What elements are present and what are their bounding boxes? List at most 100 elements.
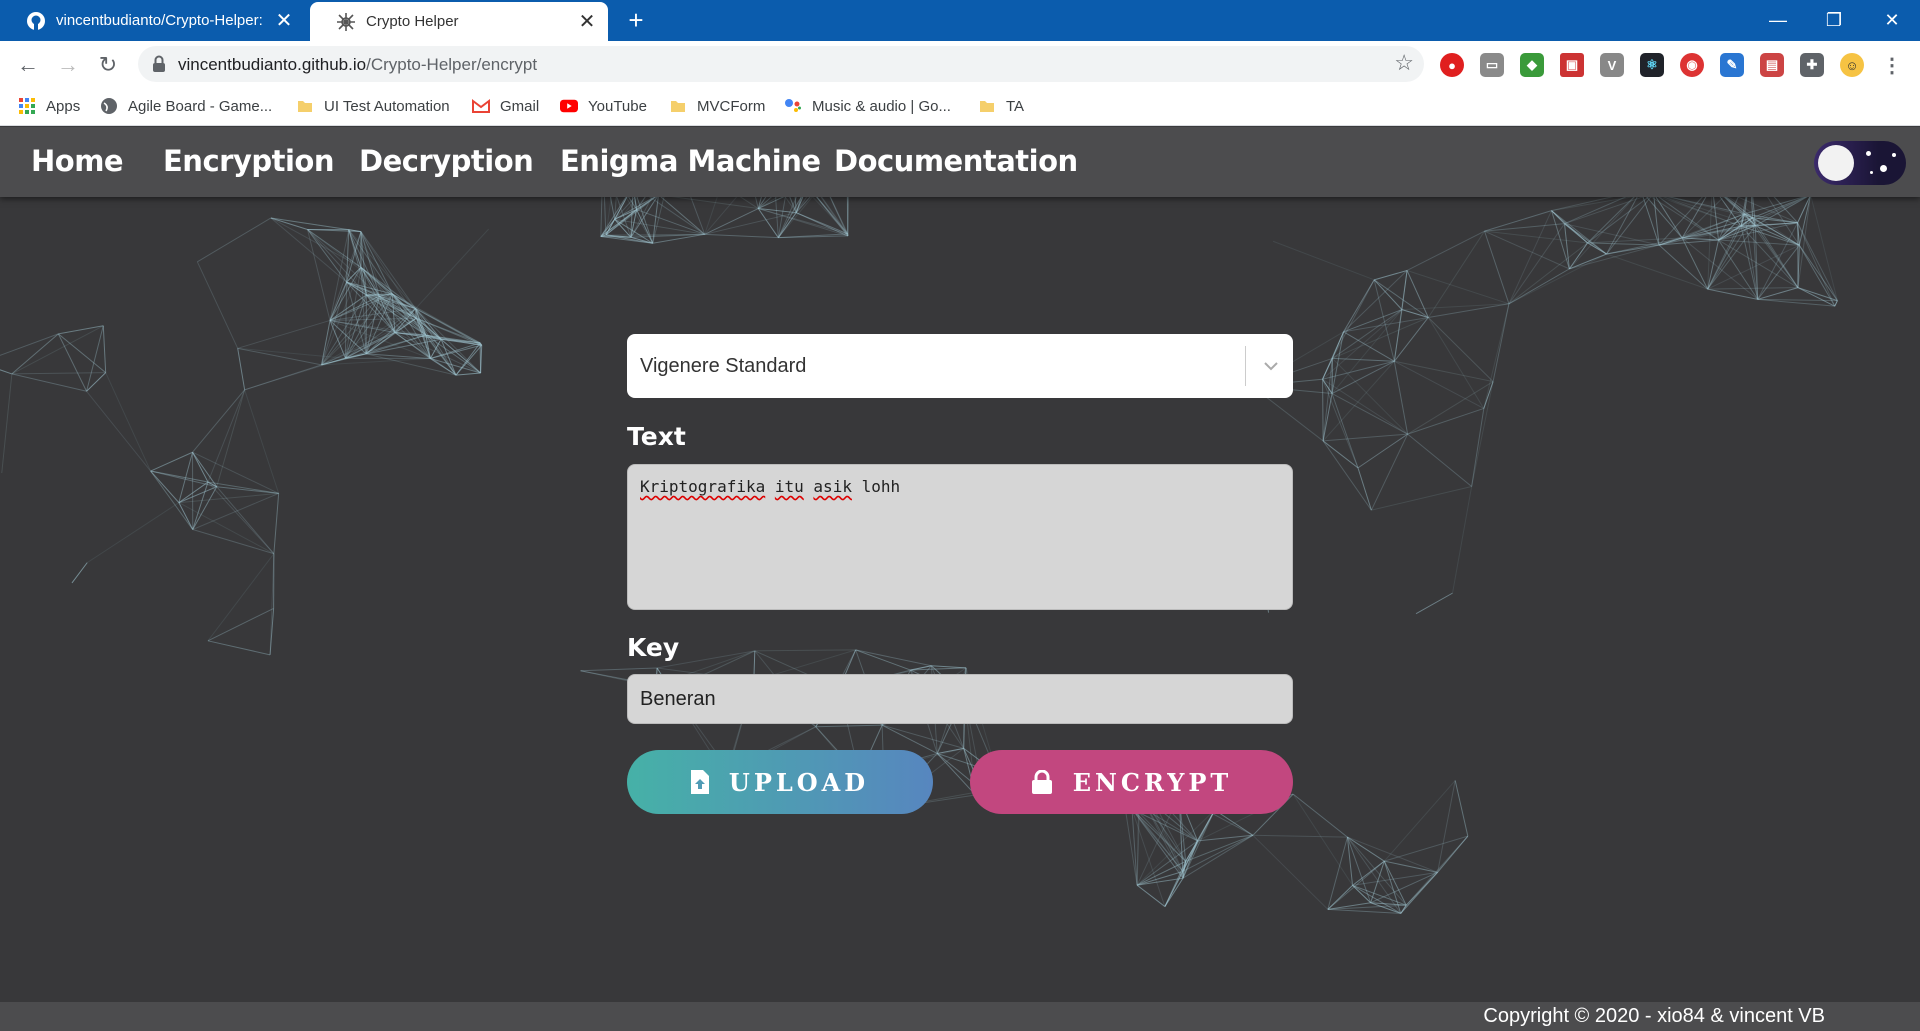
key-input[interactable]: Beneran bbox=[627, 674, 1293, 724]
bookmark-label: TA bbox=[1006, 97, 1025, 115]
nav-documentation[interactable]: Documentation bbox=[834, 144, 1078, 178]
page-content: Home Encryption Decryption Enigma Machin… bbox=[0, 127, 1920, 1031]
network-line bbox=[1327, 860, 1385, 910]
bookmark-mvcform[interactable]: MVCForm bbox=[669, 97, 765, 115]
text-word: lohh bbox=[861, 477, 901, 496]
extension-icon[interactable]: ▭ bbox=[1480, 53, 1504, 77]
network-line bbox=[1383, 780, 1456, 862]
chevron-down-icon[interactable] bbox=[1257, 352, 1285, 380]
network-line bbox=[1332, 357, 1395, 362]
bookmark-apps[interactable]: Apps bbox=[18, 97, 80, 115]
main-navbar: Home Encryption Decryption Enigma Machin… bbox=[0, 127, 1920, 197]
network-line bbox=[1483, 303, 1510, 409]
nav-decryption[interactable]: Decryption bbox=[359, 144, 534, 178]
network-line bbox=[1508, 223, 1565, 305]
vue-devtools-icon[interactable]: V bbox=[1600, 53, 1624, 77]
network-line bbox=[1331, 279, 1375, 359]
nav-enigma-machine[interactable]: Enigma Machine bbox=[560, 144, 821, 178]
extension-icon[interactable]: ◆ bbox=[1520, 53, 1544, 77]
network-line bbox=[71, 562, 88, 584]
lock-icon bbox=[1031, 770, 1053, 794]
network-line bbox=[11, 373, 87, 392]
network-line bbox=[1357, 433, 1408, 469]
nav-home[interactable]: Home bbox=[31, 144, 124, 178]
network-line bbox=[1347, 836, 1402, 914]
upload-button[interactable]: UPLOAD bbox=[627, 750, 933, 814]
kebab-menu-icon[interactable]: ⋮ bbox=[1880, 53, 1904, 77]
network-line bbox=[105, 372, 152, 472]
address-bar[interactable]: vincentbudianto.github.io/Crypto-Helper/… bbox=[138, 46, 1424, 82]
dark-mode-toggle[interactable] bbox=[1814, 141, 1906, 185]
tab-crypto-helper[interactable]: Crypto Helper ✕ bbox=[310, 2, 608, 41]
network-line bbox=[1484, 230, 1510, 304]
bookmark-music-audio[interactable]: Music & audio | Go... bbox=[784, 97, 951, 115]
network-line bbox=[237, 319, 331, 349]
network-line bbox=[881, 724, 964, 749]
footer: Copyright © 2020 - xio84 & vincent VB bbox=[0, 1002, 1920, 1031]
network-line bbox=[1347, 836, 1438, 873]
network-line bbox=[1407, 381, 1494, 435]
bookmark-agile-board[interactable]: Agile Board - Game... bbox=[100, 97, 272, 115]
network-line bbox=[1370, 433, 1409, 511]
key-label: Key bbox=[627, 633, 680, 662]
network-line bbox=[150, 451, 193, 472]
bookmarks-bar: Apps Agile Board - Game... UI Test Autom… bbox=[0, 88, 1920, 126]
forward-arrow-icon[interactable]: → bbox=[54, 51, 82, 79]
extension-icon[interactable]: ▣ bbox=[1560, 53, 1584, 77]
select-divider bbox=[1245, 346, 1246, 386]
nav-encryption[interactable]: Encryption bbox=[163, 144, 334, 178]
text-label: Text bbox=[627, 422, 686, 451]
bookmark-ta[interactable]: TA bbox=[978, 97, 1024, 115]
cipher-select[interactable]: Vigenere Standard bbox=[627, 334, 1293, 398]
network-line bbox=[1292, 793, 1348, 838]
text-word: itu bbox=[774, 477, 804, 496]
react-devtools-icon[interactable]: ⚛ bbox=[1640, 53, 1664, 77]
extension-icon[interactable]: ▤ bbox=[1760, 53, 1784, 77]
cipher-select-value: Vigenere Standard bbox=[640, 355, 807, 377]
reload-icon[interactable]: ↻ bbox=[94, 51, 122, 79]
network-line bbox=[1707, 287, 1798, 290]
bookmark-ui-test-automation[interactable]: UI Test Automation bbox=[296, 97, 450, 115]
close-icon[interactable]: ✕ bbox=[576, 11, 598, 33]
adblock-extension-icon[interactable]: ● bbox=[1440, 53, 1464, 77]
minimize-icon[interactable]: — bbox=[1750, 0, 1806, 41]
restore-icon[interactable]: ❐ bbox=[1806, 0, 1862, 41]
tab-title: vincentbudianto/Crypto-Helper: bbox=[56, 12, 263, 29]
tab-github[interactable]: vincentbudianto/Crypto-Helper: ✕ bbox=[0, 0, 305, 41]
profile-avatar-icon[interactable]: ☺ bbox=[1840, 53, 1864, 77]
close-icon[interactable]: ✕ bbox=[273, 10, 295, 32]
network-line bbox=[1757, 287, 1799, 300]
network-line bbox=[1401, 309, 1429, 318]
network-line bbox=[1322, 379, 1324, 441]
network-line bbox=[1343, 331, 1395, 362]
encrypt-button[interactable]: ENCRYPT bbox=[970, 750, 1293, 814]
network-line bbox=[1757, 244, 1800, 300]
network-line bbox=[11, 372, 106, 375]
back-arrow-icon[interactable]: ← bbox=[14, 51, 42, 79]
youtube-icon bbox=[560, 97, 578, 115]
extension-icon[interactable]: ◉ bbox=[1680, 53, 1704, 77]
extension-icon[interactable]: ✎ bbox=[1720, 53, 1744, 77]
network-line bbox=[614, 218, 705, 235]
bookmark-label: UI Test Automation bbox=[324, 97, 450, 115]
network-line bbox=[704, 233, 779, 239]
network-line bbox=[1508, 268, 1570, 305]
bookmark-gmail[interactable]: Gmail bbox=[472, 97, 539, 115]
url-text: vincentbudianto.github.io/Crypto-Helper/… bbox=[178, 55, 537, 75]
puzzle-extensions-icon[interactable]: ✚ bbox=[1800, 53, 1824, 77]
new-tab-button[interactable]: + bbox=[622, 6, 650, 34]
bookmark-label: Apps bbox=[46, 97, 81, 115]
encrypt-label: ENCRYPT bbox=[1072, 767, 1233, 797]
close-window-icon[interactable]: ✕ bbox=[1864, 0, 1920, 41]
network-line bbox=[0, 369, 13, 375]
plaintext-textarea[interactable]: Kriptografika itu asik lohh bbox=[627, 464, 1293, 610]
network-line bbox=[1834, 300, 1838, 307]
bookmark-youtube[interactable]: YouTube bbox=[560, 97, 647, 115]
network-line bbox=[273, 493, 280, 554]
network-line bbox=[192, 452, 209, 483]
network-line bbox=[207, 481, 279, 494]
network-line bbox=[216, 486, 279, 494]
gmail-icon bbox=[472, 97, 490, 115]
bookmark-star-icon[interactable]: ☆ bbox=[1394, 50, 1414, 76]
network-line bbox=[1332, 317, 1429, 359]
